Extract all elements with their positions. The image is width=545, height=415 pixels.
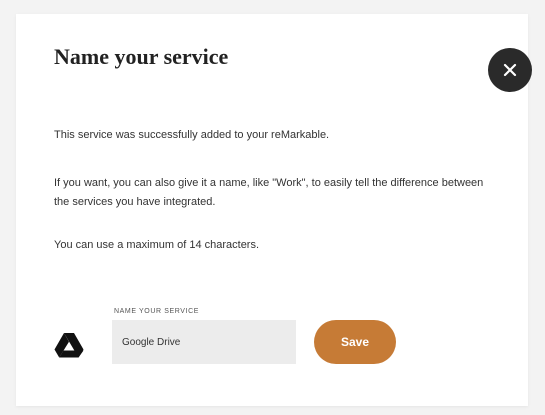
naming-hint: If you want, you can also give it a name…: [54, 177, 484, 208]
close-button[interactable]: [488, 48, 532, 92]
google-drive-icon: [54, 333, 84, 358]
save-button[interactable]: Save: [314, 320, 396, 364]
success-message: This service was successfully added to y…: [54, 129, 330, 141]
service-name-input[interactable]: [112, 320, 296, 364]
dialog-title: Name your service: [54, 44, 229, 69]
close-icon: [503, 63, 517, 77]
name-service-dialog: Name your service This service was succe…: [16, 14, 532, 406]
character-limit-note: You can use a maximum of 14 characters.: [54, 239, 260, 251]
service-name-label: NAME YOUR SERVICE: [114, 308, 200, 315]
